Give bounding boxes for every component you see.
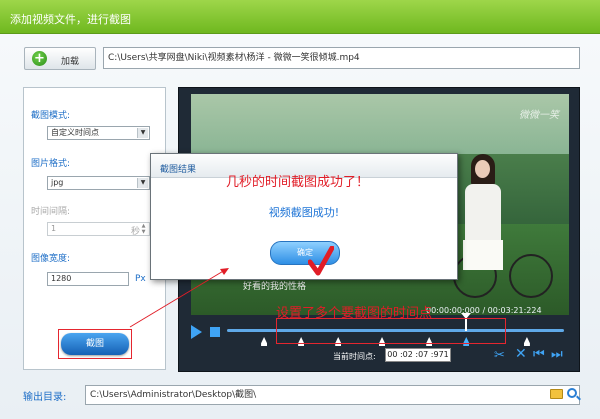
video-watermark: 微微一笑: [519, 110, 559, 121]
delete-marker-icon[interactable]: ✕: [515, 347, 527, 361]
previous-marker-icon[interactable]: ⏮: [533, 348, 545, 361]
mode-select[interactable]: 自定义时间点 ▼: [47, 126, 150, 140]
format-value: jpg: [51, 178, 64, 187]
width-value: 1280: [51, 274, 72, 283]
format-label: 图片格式:: [31, 159, 71, 169]
search-icon[interactable]: [567, 388, 577, 398]
width-label: 图像宽度:: [31, 254, 71, 264]
timeline-marker[interactable]: [261, 337, 268, 346]
stop-icon[interactable]: [210, 327, 220, 337]
add-marker-icon[interactable]: ✂: [494, 349, 505, 362]
annotation-bottom: 设置了多个要截图的时间点: [276, 306, 433, 321]
interval-unit: 秒: [131, 227, 141, 237]
load-file-button[interactable]: + 加载: [24, 47, 96, 70]
interval-label: 时间间隔:: [31, 207, 71, 217]
bike-wheel: [509, 254, 553, 298]
folder-icon[interactable]: [550, 389, 563, 399]
timeline-marker[interactable]: [523, 337, 530, 346]
dialog-title: 截图结果: [160, 165, 197, 175]
markers-highlight: [276, 318, 506, 344]
mode-label: 截图模式:: [31, 111, 71, 121]
video-subtitle: 好看的我的性格: [243, 282, 307, 292]
title-bar: 添加视频文件，进行截图: [0, 0, 600, 34]
capture-button[interactable]: 截图: [61, 333, 129, 355]
output-dir-field[interactable]: C:\Users\Administrator\Desktop\截图\: [85, 385, 580, 405]
current-time-field[interactable]: 00 :02 :07 :971: [385, 348, 451, 362]
annotation-top: 几秒的时间截图成功了！: [226, 175, 370, 190]
width-unit: Px: [135, 274, 146, 284]
person-figure: [461, 154, 505, 294]
file-path-field[interactable]: C:\Users\共享网盘\Niki\视频素材\杨洋 - 微微一笑很倾城.mp4: [103, 47, 580, 69]
timecode-readout: 00:00:00:000 / 00:03:21:224: [426, 306, 542, 315]
check-mark-icon: [308, 246, 334, 276]
interval-value: 1: [51, 224, 57, 233]
chevron-down-icon[interactable]: ▼: [137, 128, 148, 138]
play-icon[interactable]: [191, 325, 202, 339]
capture-settings-panel: 截图模式: 自定义时间点 ▼ 图片格式: jpg ▼ 时间间隔: 1 ▲ ▼ 秒 …: [23, 87, 166, 370]
body: [465, 184, 501, 244]
face: [475, 160, 490, 178]
current-time-label: 当前时间点:: [333, 352, 376, 361]
stepper-arrows-icon[interactable]: ▲ ▼: [139, 223, 148, 235]
plus-icon: +: [32, 51, 47, 66]
mode-value: 自定义时间点: [51, 128, 99, 137]
skirt: [463, 240, 503, 270]
chevron-down-icon[interactable]: ▼: [137, 178, 148, 188]
output-dir-label: 输出目录:: [23, 392, 67, 403]
next-marker-icon[interactable]: ⏭: [551, 348, 563, 361]
load-file-label: 加载: [61, 57, 80, 67]
dialog-message: 视频截图成功!: [268, 206, 340, 219]
format-select[interactable]: jpg ▼: [47, 176, 150, 190]
width-input[interactable]: 1280: [47, 272, 129, 286]
output-dir-actions: [548, 387, 580, 402]
window-title: 添加视频文件，进行截图: [10, 13, 131, 26]
